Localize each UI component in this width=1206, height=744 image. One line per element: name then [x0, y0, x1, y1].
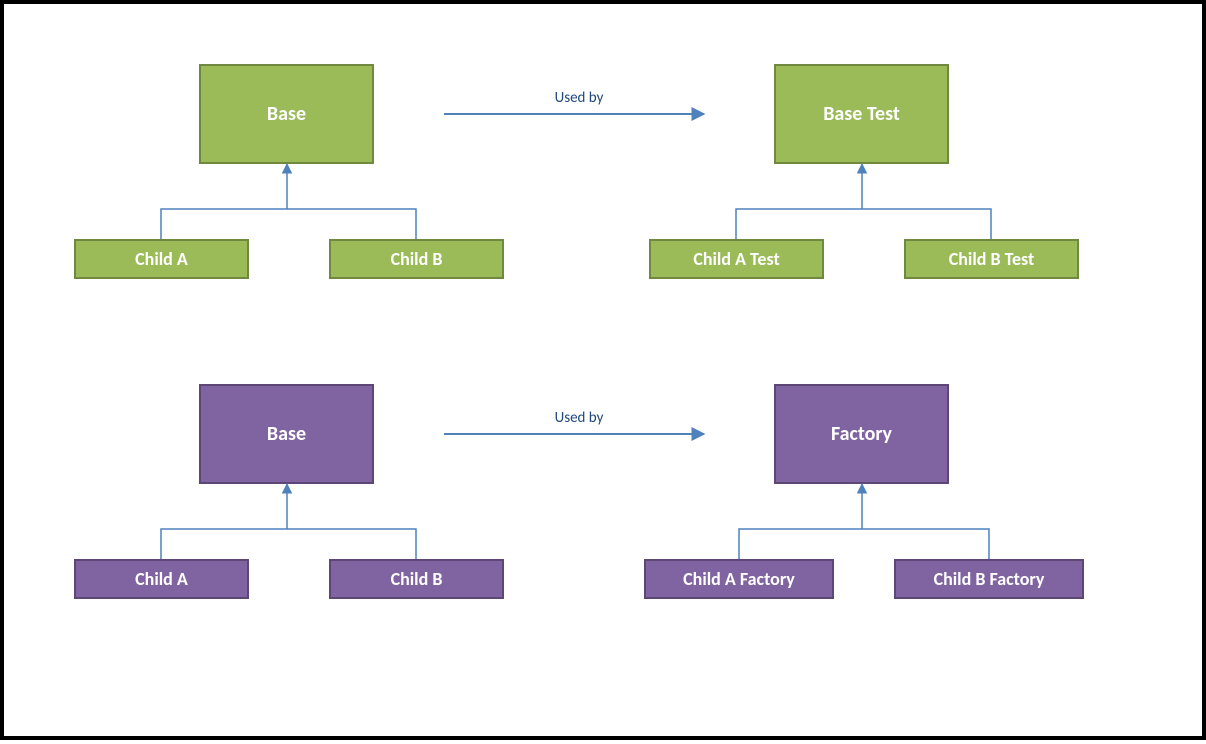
diagram-frame: Base Child A Child B Base Test Child A T…	[0, 0, 1206, 740]
bottom-right-base-box: Factory	[774, 384, 949, 484]
top-right-child-b-box: Child B Test	[904, 239, 1079, 279]
bottom-right-base-label: Factory	[831, 422, 892, 446]
bottom-left-base-label: Base	[267, 422, 306, 446]
top-left-base-box: Base	[199, 64, 374, 164]
tr-connector	[736, 176, 991, 239]
top-left-base-label: Base	[267, 102, 306, 126]
bottom-left-child-a-box: Child A	[74, 559, 249, 599]
top-left-child-b-label: Child B	[391, 248, 443, 270]
top-left-child-a-box: Child A	[74, 239, 249, 279]
top-right-base-label: Base Test	[823, 102, 900, 126]
top-right-child-b-label: Child B Test	[949, 248, 1035, 270]
top-right-base-box: Base Test	[774, 64, 949, 164]
br-connector	[739, 496, 989, 559]
bottom-left-base-box: Base	[199, 384, 374, 484]
bottom-left-child-b-label: Child B	[391, 568, 443, 590]
bottom-right-child-b-label: Child B Factory	[934, 568, 1045, 590]
tl-connector	[161, 176, 416, 239]
bottom-right-child-a-label: Child A Factory	[683, 568, 795, 590]
connectors-svg	[4, 4, 1206, 744]
bottom-right-child-b-box: Child B Factory	[894, 559, 1084, 599]
top-right-child-a-label: Child A Test	[693, 248, 779, 270]
bottom-left-child-b-box: Child B	[329, 559, 504, 599]
bl-connector	[161, 496, 416, 559]
top-right-child-a-box: Child A Test	[649, 239, 824, 279]
bottom-arrow-label: Used by	[539, 409, 619, 427]
top-arrow-label: Used by	[539, 89, 619, 107]
top-left-child-b-box: Child B	[329, 239, 504, 279]
bottom-left-child-a-label: Child A	[135, 568, 188, 590]
bottom-right-child-a-box: Child A Factory	[644, 559, 834, 599]
top-left-child-a-label: Child A	[135, 248, 188, 270]
